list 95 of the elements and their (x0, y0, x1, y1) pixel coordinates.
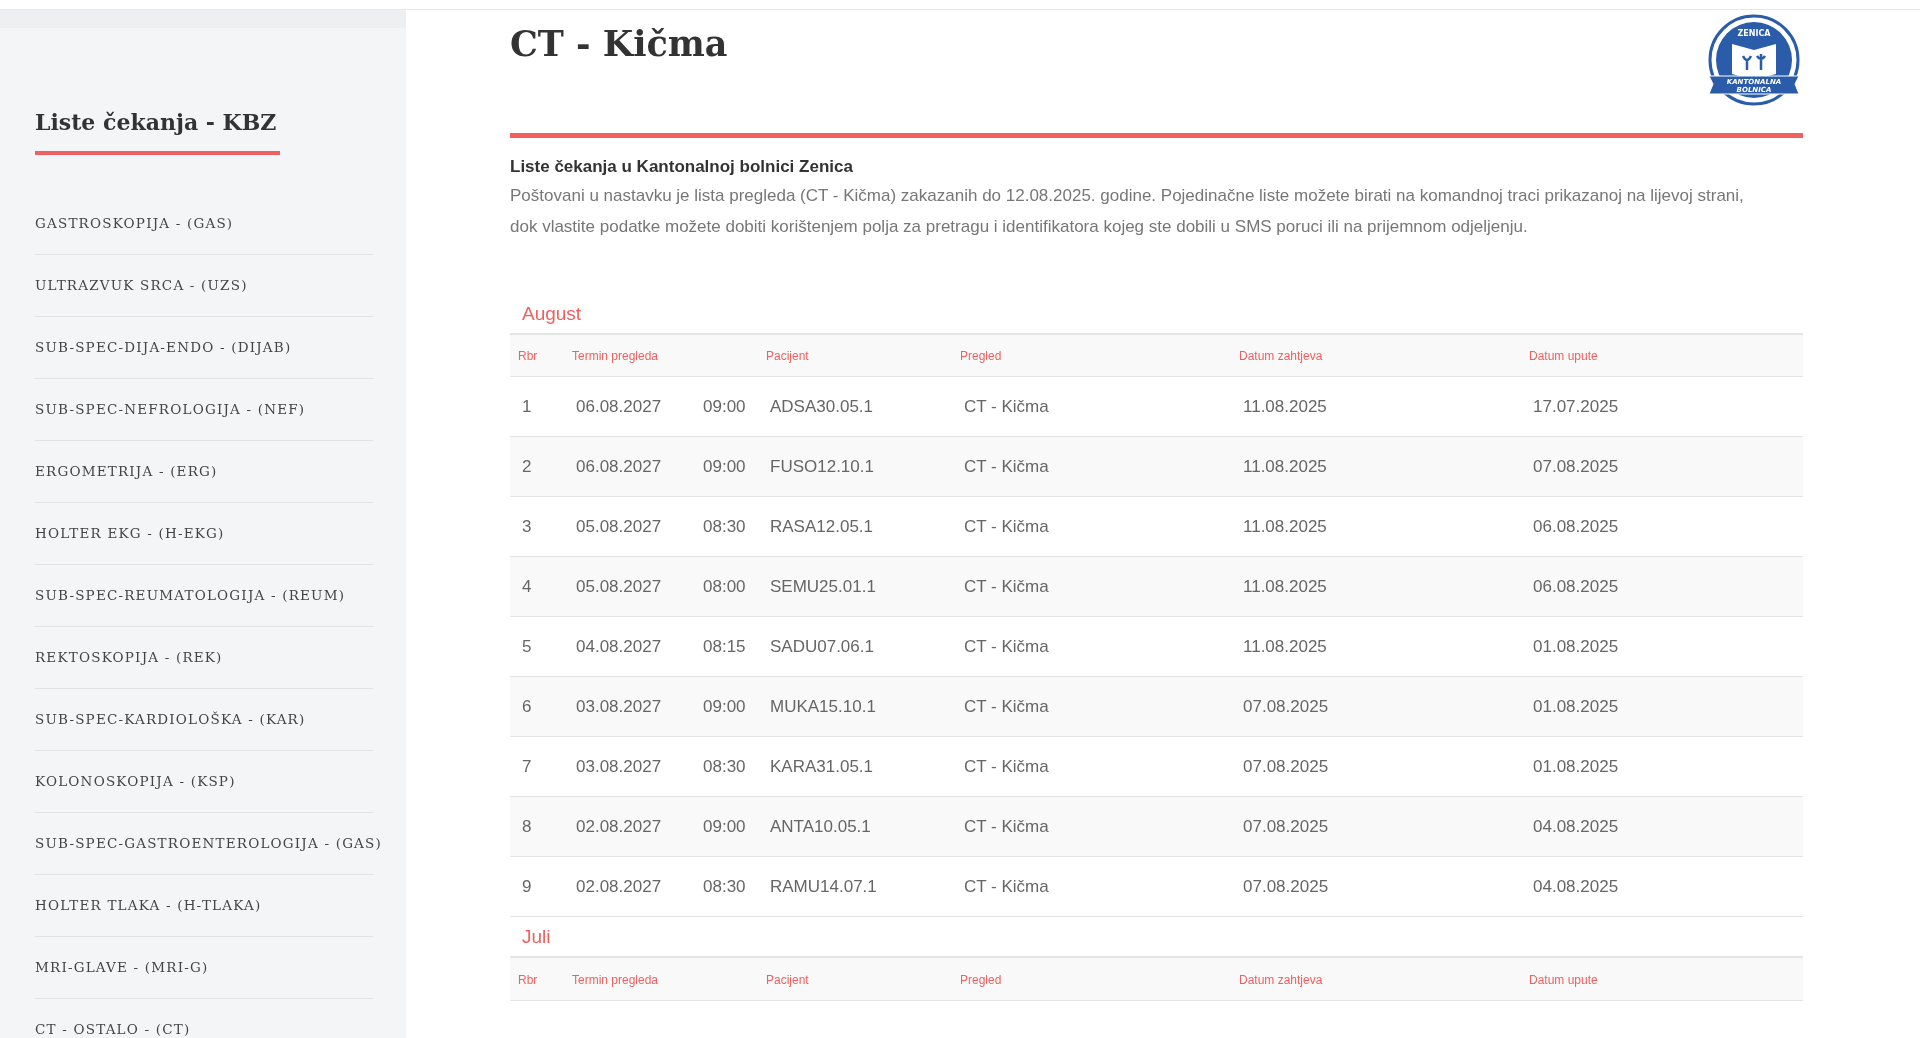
table-cell: 08:30 (703, 876, 746, 896)
sidebar-link[interactable]: REKTOSKOPIJA - (REK) (35, 647, 223, 668)
sidebar-link[interactable]: CT - OSTALO - (CT) (35, 1019, 191, 1038)
intro-text: Poštovani u nastavku je lista pregleda (CT - Kičma) zakazanih do 12.08.2025. godine. Pojedinačne liste možete birati na komandnoj traci prikazanoj na lijevoj strani, dok vlastite podatke možete dobiti korištenjem polja za pretragu i identifikatora kojeg ste dobili u SMS poruci ili na prijemnom odjeljenju. (510, 184, 1745, 238)
table-cell: CT - Kičma (964, 876, 1049, 896)
column-header: Termin pregleda (572, 349, 659, 364)
column-header: Rbr (518, 972, 538, 987)
sidebar-link[interactable]: SUB-SPEC-KARDIOLOŠKA - (KAR) (35, 709, 306, 730)
table-cell: 11.08.2025 (1243, 636, 1327, 656)
table-cell: RASA12.05.1 (770, 516, 873, 536)
table-cell: 09:00 (703, 816, 746, 836)
table-cell: 11.08.2025 (1243, 576, 1327, 596)
sidebar-link[interactable]: ERGOMETRIJA - (ERG) (35, 461, 218, 482)
table-cell: CT - Kičma (964, 576, 1049, 596)
table-cell: FUSO12.10.1 (770, 456, 874, 476)
table-cell: 01.08.2025 (1533, 696, 1619, 716)
table-cell: 07.08.2025 (1243, 816, 1329, 836)
table-cell: 1 (522, 396, 532, 416)
table-cell: 03.08.2027 (576, 696, 662, 716)
sidebar-link[interactable]: HOLTER EKG - (H-EKG) (35, 523, 225, 544)
table-cell: 11.08.2025 (1243, 516, 1327, 536)
sidebar-link[interactable]: KOLONOSKOPIJA - (KSP) (35, 771, 236, 792)
intro-heading: Liste čekanja u Kantonalnoj bolnici Zenica (510, 156, 854, 178)
table-cell: 02.08.2027 (576, 876, 662, 896)
sidebar-link[interactable]: GASTROSKOPIJA - (GAS) (35, 213, 234, 234)
column-header: Pregled (960, 349, 1002, 364)
sidebar-title: Liste čekanja - KBZ (35, 106, 281, 155)
table-cell: CT - Kičma (964, 396, 1049, 416)
table-cell: 04.08.2027 (576, 636, 662, 656)
table-cell: CT - Kičma (964, 516, 1049, 536)
table-cell: 05.08.2027 (576, 576, 662, 596)
column-header: Datum upute (1529, 349, 1598, 364)
table-cell: 07.08.2025 (1243, 876, 1329, 896)
table-cell: SADU07.06.1 (770, 636, 874, 656)
table-cell: 09:00 (703, 396, 746, 416)
column-header: Datum upute (1529, 972, 1598, 987)
table-cell: 01.08.2025 (1533, 756, 1619, 776)
table-cell: MUKA15.10.1 (770, 696, 876, 716)
table-cell: CT - Kičma (964, 756, 1049, 776)
table-cell: 11.08.2025 (1243, 456, 1327, 476)
column-header: Termin pregleda (572, 972, 659, 987)
table-cell: 06.08.2025 (1533, 576, 1619, 596)
sidebar-link[interactable]: ULTRAZVUK SRCA - (UZS) (35, 275, 248, 296)
table-cell: 9 (522, 876, 532, 896)
table-cell: 07.08.2025 (1533, 456, 1619, 476)
table-cell: 6 (522, 696, 532, 716)
table-cell: 2 (522, 456, 532, 476)
table-cell: ADSA30.05.1 (770, 396, 873, 416)
table-cell: 17.07.2025 (1533, 396, 1619, 416)
table-cell: 08:15 (703, 636, 746, 656)
table-cell: 06.08.2027 (576, 456, 662, 476)
table-cell: CT - Kičma (964, 696, 1049, 716)
table-cell: 09:00 (703, 456, 746, 476)
sidebar-link[interactable]: SUB-SPEC-NEFROLOGIJA - (NEF) (35, 399, 306, 420)
table-cell: 04.08.2025 (1533, 816, 1619, 836)
table-cell: 06.08.2025 (1533, 516, 1619, 536)
table-cell: 8 (522, 816, 532, 836)
month-heading: August (521, 301, 583, 326)
table-cell: 11.08.2025 (1243, 396, 1327, 416)
table-cell: 5 (522, 636, 532, 656)
table-cell: 08:30 (703, 756, 746, 776)
page-title: CT - Kičma (510, 22, 728, 66)
table-cell: 01.08.2025 (1533, 636, 1619, 656)
column-header: Pacijent (766, 972, 809, 987)
table-cell: 3 (522, 516, 532, 536)
sidebar-link[interactable]: SUB-SPEC-DIJA-ENDO - (DIJAB) (35, 337, 292, 358)
table-cell: 08:30 (703, 516, 746, 536)
table-cell: 03.08.2027 (576, 756, 662, 776)
table-cell: 08:00 (703, 576, 746, 596)
column-header: Datum zahtjeva (1239, 349, 1323, 364)
column-header: Datum zahtjeva (1239, 972, 1323, 987)
table-cell: ANTA10.05.1 (770, 816, 871, 836)
column-header: Rbr (518, 349, 538, 364)
sidebar-link[interactable]: SUB-SPEC-REUMATOLOGIJA - (REUM) (35, 585, 346, 606)
table-cell: 02.08.2027 (576, 816, 662, 836)
table-cell: RAMU14.07.1 (770, 876, 877, 896)
table-cell: 06.08.2027 (576, 396, 662, 416)
table-cell: 07.08.2025 (1243, 756, 1329, 776)
table-cell: 05.08.2027 (576, 516, 662, 536)
table-cell: 07.08.2025 (1243, 696, 1329, 716)
table-cell: 4 (522, 576, 532, 596)
column-header: Pregled (960, 972, 1002, 987)
month-heading: Juli (521, 925, 552, 949)
table-cell: CT - Kičma (964, 636, 1049, 656)
table-cell: KARA31.05.1 (770, 756, 873, 776)
table-cell: 09:00 (703, 696, 746, 716)
table-cell: SEMU25.01.1 (770, 576, 876, 596)
table-cell: 04.08.2025 (1533, 876, 1619, 896)
column-header: Pacijent (766, 349, 809, 364)
table-cell: 7 (522, 756, 532, 776)
sidebar-link[interactable]: MRI-GLAVE - (MRI-G) (35, 957, 209, 978)
sidebar-link[interactable]: SUB-SPEC-GASTROENTEROLOGIJA - (GAS) (35, 833, 382, 854)
table-cell: CT - Kičma (964, 816, 1049, 836)
table-cell: CT - Kičma (964, 456, 1049, 476)
sidebar-link[interactable]: HOLTER TLAKA - (H-TLAKA) (35, 895, 262, 916)
